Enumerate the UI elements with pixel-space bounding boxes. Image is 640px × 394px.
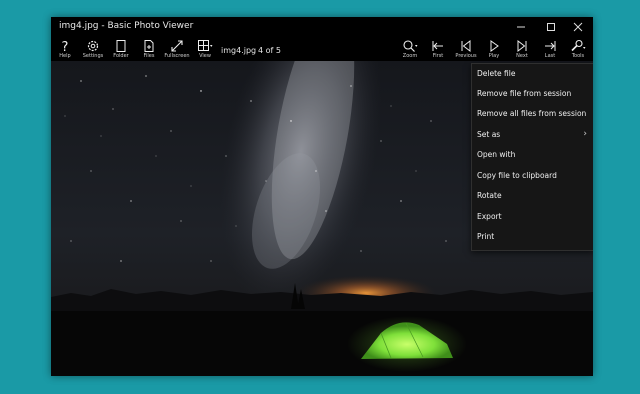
previous-button[interactable]: Previous: [452, 38, 480, 62]
menu-item-label: Export: [477, 212, 502, 221]
zoom-label: Zoom: [402, 53, 418, 59]
help-icon: ?: [62, 40, 69, 53]
menu-item-label: Remove all files from session: [477, 109, 587, 118]
next-icon: [517, 39, 527, 53]
menu-item-label: Delete file: [477, 69, 516, 78]
last-icon: [545, 41, 556, 51]
play-button[interactable]: Play: [480, 38, 508, 62]
previous-label: Previous: [455, 53, 477, 59]
menu-item-rotate[interactable]: Rotate: [472, 186, 593, 206]
tools-button[interactable]: Tools: [564, 38, 592, 62]
tools-label: Tools: [571, 53, 585, 59]
window-title: img4.jpg - Basic Photo Viewer: [59, 21, 194, 31]
menu-item-label: Print: [477, 232, 495, 241]
image-counter: 4 of 5: [258, 46, 281, 55]
fullscreen-icon: [171, 40, 183, 52]
tools-menu: Delete file Remove file from session Rem…: [471, 63, 593, 251]
file-name: img4.jpg: [221, 46, 257, 55]
last-button[interactable]: Last: [536, 38, 564, 62]
fullscreen-button[interactable]: Fullscreen: [163, 38, 191, 62]
folder-icon: [116, 40, 126, 52]
menu-item-open-with[interactable]: Open with: [472, 145, 593, 165]
menu-item-export[interactable]: Export: [472, 207, 593, 227]
last-label: Last: [544, 53, 556, 59]
settings-button[interactable]: Settings: [79, 38, 107, 62]
menu-item-copy-to-clipboard[interactable]: Copy file to clipboard: [472, 166, 593, 186]
files-icon: [144, 40, 154, 52]
menu-item-remove-file-from-session[interactable]: Remove file from session: [472, 84, 593, 104]
svg-text:?: ?: [62, 40, 69, 53]
first-icon: [432, 41, 443, 51]
toolbar: ? Help Settings Folder Files Fullscreen …: [51, 37, 593, 61]
title-bar: img4.jpg - Basic Photo Viewer: [51, 17, 593, 37]
help-label: Help: [59, 53, 71, 59]
files-label: Files: [143, 53, 155, 59]
minimize-button[interactable]: [506, 17, 536, 37]
menu-item-print[interactable]: Print: [472, 227, 593, 247]
folder-button[interactable]: Folder: [107, 38, 135, 62]
files-button[interactable]: Files: [135, 38, 163, 62]
next-button[interactable]: Next: [508, 38, 536, 62]
close-button[interactable]: [563, 17, 593, 37]
menu-item-set-as[interactable]: Set as ›: [472, 125, 593, 145]
fullscreen-label: Fullscreen: [164, 53, 190, 59]
menu-item-label: Open with: [477, 150, 516, 159]
menu-item-label: Set as: [477, 130, 501, 139]
help-button[interactable]: ? Help: [51, 38, 79, 62]
tools-icon: [571, 39, 586, 52]
play-icon: [490, 40, 499, 52]
maximize-icon: [547, 23, 555, 31]
previous-icon: [461, 39, 471, 53]
app-window: img4.jpg - Basic Photo Viewer ? Help Set…: [51, 17, 593, 376]
view-button[interactable]: View: [191, 38, 219, 62]
menu-item-label: Rotate: [477, 191, 502, 200]
menu-item-label: Remove file from session: [477, 89, 572, 98]
menu-item-label: Copy file to clipboard: [477, 171, 557, 180]
maximize-button[interactable]: [536, 17, 566, 37]
settings-label: Settings: [82, 53, 104, 59]
folder-label: Folder: [113, 53, 129, 59]
menu-item-delete-file[interactable]: Delete file: [472, 64, 593, 84]
play-label: Play: [488, 53, 500, 59]
view-label: View: [199, 53, 211, 59]
next-label: Next: [516, 53, 528, 59]
grid-view-icon: [198, 40, 213, 51]
close-icon: [573, 22, 583, 32]
zoom-icon: [403, 40, 418, 52]
menu-item-remove-all-files[interactable]: Remove all files from session: [472, 104, 593, 124]
first-label: First: [432, 53, 444, 59]
gear-icon: [87, 40, 99, 52]
first-button[interactable]: First: [424, 38, 452, 62]
minimize-icon: [517, 26, 525, 28]
chevron-right-icon: ›: [583, 129, 587, 139]
zoom-button[interactable]: Zoom: [396, 38, 424, 62]
